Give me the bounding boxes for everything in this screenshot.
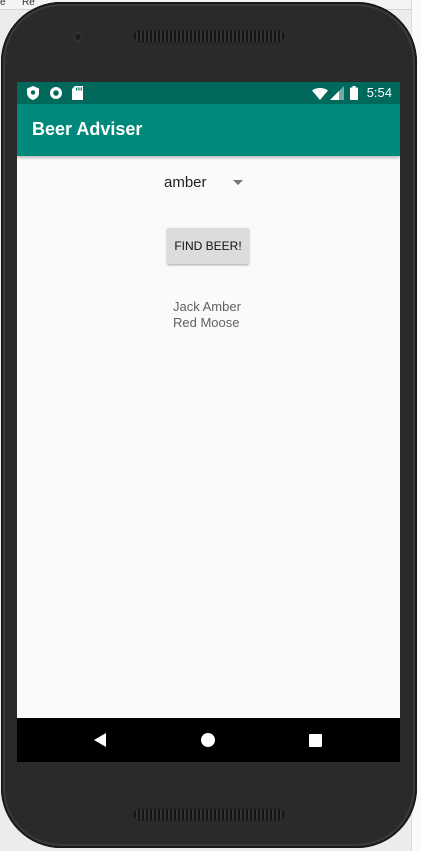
shield-icon	[27, 86, 39, 105]
find-beer-button[interactable]: FIND BEER!	[167, 228, 249, 264]
battery-icon	[350, 86, 358, 105]
back-icon[interactable]	[94, 733, 106, 747]
brand-item: Red Moose	[173, 315, 240, 330]
app-title: Beer Adviser	[32, 119, 143, 139]
navigation-bar	[17, 718, 400, 762]
color-spinner[interactable]: amber	[157, 174, 252, 194]
desktop-menu-fragment: Re	[22, 0, 35, 8]
device-screen: 5:54 Beer Adviser amber FIND BEER! Jack …	[17, 82, 400, 762]
spinner-selected-value: amber	[164, 174, 207, 191]
brands-list: Jack Amber Red Moose	[173, 299, 241, 331]
wifi-icon	[312, 87, 328, 105]
home-icon[interactable]	[201, 733, 215, 747]
main-content: amber FIND BEER! Jack Amber Red Moose	[17, 156, 400, 718]
sd-card-icon	[72, 86, 83, 105]
status-bar: 5:54	[17, 82, 400, 104]
cell-signal-icon	[330, 86, 344, 105]
brand-item: Jack Amber	[173, 299, 241, 314]
front-camera	[73, 32, 83, 42]
desktop-menu-fragment: e	[0, 0, 6, 8]
circle-icon	[49, 86, 63, 105]
bottom-speaker-grille	[133, 808, 285, 821]
dropdown-arrow-icon	[233, 180, 243, 185]
top-speaker-grille	[133, 30, 285, 43]
app-bar: Beer Adviser	[17, 104, 400, 156]
recents-icon[interactable]	[309, 734, 322, 747]
status-time: 5:54	[366, 85, 392, 100]
